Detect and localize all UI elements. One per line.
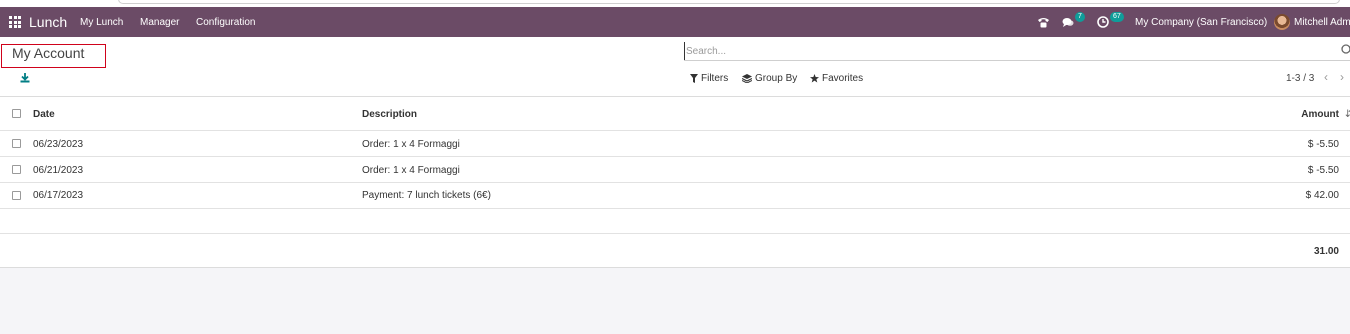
table-row[interactable]: 06/23/2023 Order: 1 x 4 Formaggi $ -5.50 [0,131,1350,157]
empty-row [0,209,1350,234]
menu-my-lunch[interactable]: My Lunch [80,17,123,28]
control-panel: My Account Filters Group By Favorites 1-… [0,37,1350,97]
pager-value[interactable]: 1-3 / 3 [1286,73,1314,84]
pager-previous-icon[interactable]: ‹ [1324,70,1328,84]
chat-icon [1062,17,1074,27]
header-description[interactable]: Description [362,109,417,120]
menu-configuration[interactable]: Configuration [196,17,255,28]
cell-description: Payment: 7 lunch tickets (6€) [362,190,491,201]
clock-icon [1097,16,1109,28]
star-icon [810,74,819,83]
cell-date: 06/21/2023 [33,165,84,176]
page-title: My Account [12,45,85,61]
table-footer: 31.00 [0,234,1350,268]
user-menu[interactable]: Mitchell Adm [1274,14,1350,30]
chat-badge: 7 [1075,12,1085,22]
cell-amount: $ 42.00 [1305,190,1339,201]
favorites-label: Favorites [822,73,864,84]
header-date[interactable]: Date [33,109,55,120]
download-icon [20,73,30,83]
row-checkbox[interactable] [12,165,21,174]
pager-next-icon[interactable]: › [1340,70,1344,84]
cell-amount: $ -5.50 [1307,165,1339,176]
filter-icon [690,74,698,83]
activity-button[interactable]: 67 [1097,12,1124,30]
phone-icon[interactable] [1037,14,1050,30]
search-icon[interactable] [1340,44,1350,56]
layers-icon [742,74,752,83]
table-row[interactable]: 06/17/2023 Payment: 7 lunch tickets (6€)… [0,183,1350,209]
group-by-label: Group By [755,73,798,84]
search-bar [684,42,1350,61]
browser-top-strip [0,0,1350,7]
cell-date: 06/17/2023 [33,190,84,201]
activity-badge: 67 [1110,12,1124,22]
main-navbar: Lunch My Lunch Manager Configuration 7 6… [0,7,1350,37]
app-name[interactable]: Lunch [29,14,67,30]
search-input[interactable] [684,42,1334,60]
cell-date: 06/23/2023 [33,139,84,150]
total-amount: 31.00 [1313,246,1339,257]
group-by-button[interactable]: Group By [742,73,797,84]
header-amount[interactable]: Amount [1259,109,1339,120]
row-checkbox[interactable] [12,139,21,148]
company-switcher[interactable]: My Company (San Francisco) [1135,14,1267,30]
filters-button[interactable]: Filters [690,73,728,84]
favorites-button[interactable]: Favorites [810,73,863,84]
table-row[interactable]: 06/21/2023 Order: 1 x 4 Formaggi $ -5.50 [0,157,1350,183]
filters-label: Filters [701,73,729,84]
table-header: Date Description Amount ⇵ [0,97,1350,131]
cell-description: Order: 1 x 4 Formaggi [362,165,460,176]
download-button[interactable] [19,72,31,84]
chat-button[interactable]: 7 [1062,12,1085,30]
select-all-checkbox[interactable] [12,109,21,118]
cell-description: Order: 1 x 4 Formaggi [362,139,460,150]
user-name: Mitchell Adm [1294,16,1350,28]
apps-menu-icon[interactable] [9,16,21,28]
menu-manager[interactable]: Manager [140,17,179,28]
cell-amount: $ -5.50 [1307,139,1339,150]
row-checkbox[interactable] [12,191,21,200]
avatar [1274,14,1290,30]
list-view: Date Description Amount ⇵ 06/23/2023 Ord… [0,97,1350,268]
column-settings-icon[interactable]: ⇵ [1345,109,1350,120]
address-bar-edge [118,0,1340,4]
